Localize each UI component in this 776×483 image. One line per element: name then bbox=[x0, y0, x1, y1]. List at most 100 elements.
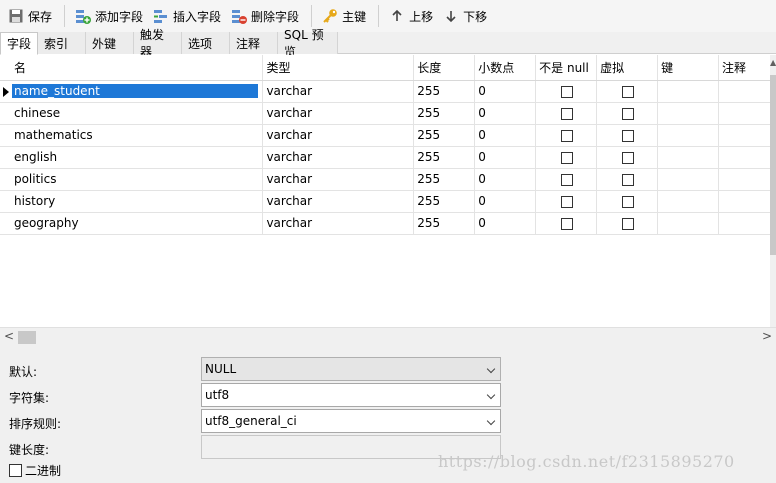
not-null-checkbox[interactable] bbox=[561, 107, 574, 120]
field-length-cell[interactable]: 255 bbox=[413, 146, 476, 169]
virtual-checkbox[interactable] bbox=[622, 151, 635, 164]
field-decimals-cell[interactable]: 0 bbox=[474, 124, 537, 147]
tab-foreign-keys[interactable]: 外键 bbox=[86, 32, 135, 54]
key-cell[interactable] bbox=[657, 80, 719, 103]
virtual-checkbox[interactable] bbox=[622, 107, 635, 120]
comment-cell[interactable] bbox=[718, 168, 772, 191]
field-decimals-cell[interactable]: 0 bbox=[474, 190, 537, 213]
vertical-scrollbar[interactable]: ▲ bbox=[770, 55, 776, 327]
virtual-checkbox[interactable] bbox=[622, 217, 635, 230]
key-cell[interactable] bbox=[657, 102, 719, 125]
key-cell[interactable] bbox=[657, 146, 719, 169]
comment-cell[interactable] bbox=[718, 80, 772, 103]
not-null-checkbox[interactable] bbox=[561, 151, 574, 164]
delete-field-button[interactable]: 删除字段 bbox=[227, 4, 303, 28]
scroll-left-icon[interactable]: < bbox=[4, 329, 14, 343]
field-name-cell[interactable]: history bbox=[10, 190, 264, 213]
field-type-cell[interactable]: varchar bbox=[262, 102, 415, 125]
field-type-cell[interactable]: varchar bbox=[262, 212, 415, 235]
table-row[interactable]: mathematics varchar 255 0 bbox=[0, 124, 772, 147]
field-type-cell[interactable]: varchar bbox=[262, 190, 415, 213]
virtual-checkbox[interactable] bbox=[622, 173, 635, 186]
field-type-cell[interactable]: varchar bbox=[262, 168, 415, 191]
tab-triggers[interactable]: 触发器 bbox=[134, 28, 183, 59]
virtual-checkbox[interactable] bbox=[622, 195, 635, 208]
insert-field-button[interactable]: 插入字段 bbox=[149, 4, 225, 28]
row-marker bbox=[0, 212, 11, 235]
add-field-button[interactable]: 添加字段 bbox=[71, 4, 147, 28]
move-up-button[interactable]: 上移 bbox=[385, 4, 437, 28]
scroll-up-icon[interactable]: ▲ bbox=[770, 59, 776, 67]
scroll-right-icon[interactable]: > bbox=[762, 329, 772, 343]
field-length-cell[interactable]: 255 bbox=[413, 190, 476, 213]
current-row-marker bbox=[0, 80, 11, 103]
field-type-cell[interactable]: varchar bbox=[262, 146, 415, 169]
tab-comment[interactable]: 注释 bbox=[230, 32, 279, 54]
comment-cell[interactable] bbox=[718, 190, 772, 213]
key-cell[interactable] bbox=[657, 212, 719, 235]
binary-checkbox[interactable] bbox=[9, 464, 22, 477]
column-header-name[interactable]: 名 bbox=[10, 55, 264, 81]
field-name-cell[interactable]: name_student bbox=[10, 80, 264, 103]
comment-cell[interactable] bbox=[718, 212, 772, 235]
table-row[interactable]: politics varchar 255 0 bbox=[0, 168, 772, 191]
field-length-cell[interactable]: 255 bbox=[413, 212, 476, 235]
horizontal-scrollbar[interactable]: < > bbox=[0, 327, 776, 346]
move-down-button[interactable]: 下移 bbox=[439, 4, 491, 28]
column-header-key[interactable]: 键 bbox=[657, 55, 719, 81]
charset-select[interactable]: utf8 bbox=[201, 383, 501, 407]
field-length-cell[interactable]: 255 bbox=[413, 124, 476, 147]
comment-cell[interactable] bbox=[718, 124, 772, 147]
field-length-cell[interactable]: 255 bbox=[413, 168, 476, 191]
field-name-cell[interactable]: geography bbox=[10, 212, 264, 235]
column-header-length[interactable]: 长度 bbox=[413, 55, 476, 81]
not-null-checkbox[interactable] bbox=[561, 173, 574, 186]
field-decimals-cell[interactable]: 0 bbox=[474, 102, 537, 125]
virtual-checkbox[interactable] bbox=[622, 85, 635, 98]
column-header-type[interactable]: 类型 bbox=[262, 55, 415, 81]
primary-key-button[interactable]: 主键 bbox=[318, 4, 370, 28]
field-decimals-cell[interactable]: 0 bbox=[474, 212, 537, 235]
field-name-cell[interactable]: chinese bbox=[10, 102, 264, 125]
save-button[interactable]: 保存 bbox=[4, 4, 56, 28]
key-cell[interactable] bbox=[657, 190, 719, 213]
column-header-virtual[interactable]: 虚拟 bbox=[596, 55, 659, 81]
field-length-cell[interactable]: 255 bbox=[413, 80, 476, 103]
default-label: 默认: bbox=[9, 365, 38, 379]
tab-indexes[interactable]: 索引 bbox=[38, 32, 87, 54]
comment-cell[interactable] bbox=[718, 146, 772, 169]
field-type-cell[interactable]: varchar bbox=[262, 124, 415, 147]
key-cell[interactable] bbox=[657, 124, 719, 147]
not-null-checkbox[interactable] bbox=[561, 195, 574, 208]
not-null-checkbox[interactable] bbox=[561, 129, 574, 142]
field-name-cell[interactable]: mathematics bbox=[10, 124, 264, 147]
field-name-cell[interactable]: politics bbox=[10, 168, 264, 191]
column-header-not-null[interactable]: 不是 null bbox=[535, 55, 598, 81]
vertical-scroll-thumb[interactable] bbox=[770, 75, 776, 255]
not-null-checkbox[interactable] bbox=[561, 217, 574, 230]
field-name-cell[interactable]: english bbox=[10, 146, 264, 169]
horizontal-scroll-thumb[interactable] bbox=[18, 331, 36, 344]
collation-select[interactable]: utf8_general_ci bbox=[201, 409, 501, 433]
field-decimals-cell[interactable]: 0 bbox=[474, 80, 537, 103]
column-header-decimals[interactable]: 小数点 bbox=[474, 55, 537, 81]
table-row[interactable]: history varchar 255 0 bbox=[0, 190, 772, 213]
table-row[interactable]: geography varchar 255 0 bbox=[0, 212, 772, 235]
field-type-cell[interactable]: varchar bbox=[262, 80, 415, 103]
comment-cell[interactable] bbox=[718, 102, 772, 125]
field-decimals-cell[interactable]: 0 bbox=[474, 146, 537, 169]
key-cell[interactable] bbox=[657, 168, 719, 191]
virtual-checkbox[interactable] bbox=[622, 129, 635, 142]
not-null-checkbox[interactable] bbox=[561, 85, 574, 98]
column-header-comment[interactable]: 注释 bbox=[718, 55, 772, 81]
table-row[interactable]: english varchar 255 0 bbox=[0, 146, 772, 169]
default-select[interactable]: NULL bbox=[201, 357, 501, 381]
table-row[interactable]: name_student varchar 255 0 bbox=[0, 80, 772, 103]
field-decimals-cell[interactable]: 0 bbox=[474, 168, 537, 191]
field-length-cell[interactable]: 255 bbox=[413, 102, 476, 125]
tab-fields[interactable]: 字段 bbox=[0, 32, 39, 55]
tab-sql-preview[interactable]: SQL 预览 bbox=[278, 28, 339, 59]
binary-option[interactable]: 二进制 bbox=[9, 462, 61, 479]
tab-options[interactable]: 选项 bbox=[182, 32, 231, 54]
table-row[interactable]: chinese varchar 255 0 bbox=[0, 102, 772, 125]
